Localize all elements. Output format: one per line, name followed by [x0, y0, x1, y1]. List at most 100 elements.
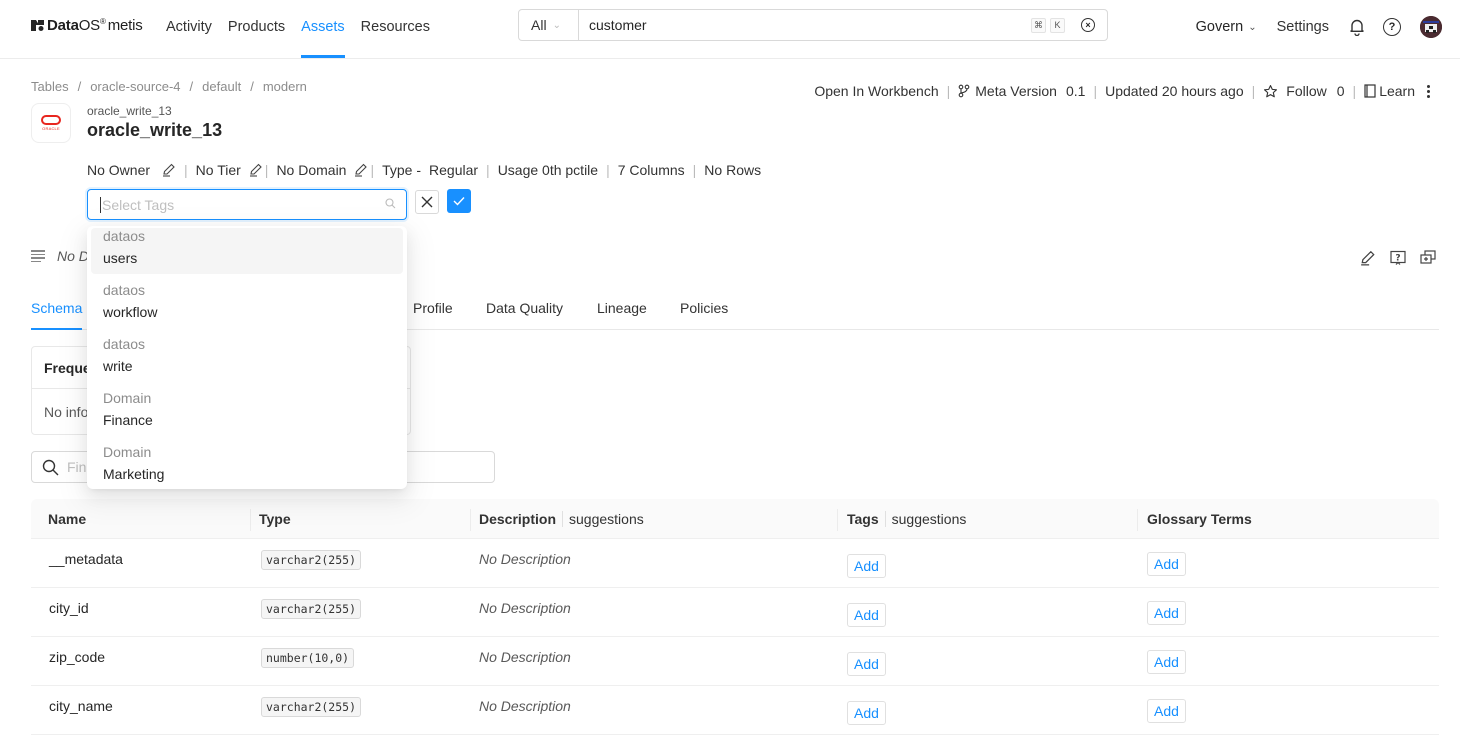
add-glossary-button[interactable]: Add: [1147, 552, 1186, 576]
command-key-hint: ⌘: [1031, 17, 1046, 33]
open-in-workbench-link[interactable]: Open In Workbench: [814, 83, 938, 99]
chevron-down-icon: ⌄: [552, 19, 561, 31]
search-scope-value: All: [531, 17, 547, 33]
govern-menu[interactable]: Govern ⌄: [1196, 19, 1257, 35]
domain-value: No Domain: [276, 162, 347, 178]
nav-assets[interactable]: Assets: [301, 0, 345, 58]
version-branch-icon: [958, 84, 970, 98]
tag-option-group: dataos: [103, 336, 146, 352]
description-suggestions[interactable]: suggestions: [562, 511, 644, 527]
search-input[interactable]: [579, 17, 1031, 33]
table-header: Name Type Description suggestions Tags sug…: [31, 499, 1439, 539]
cancel-tags-button[interactable]: [415, 190, 439, 214]
search-icon: [42, 459, 59, 475]
k-key-hint: K: [1050, 17, 1065, 33]
column-divider: [470, 509, 471, 531]
add-tag-button[interactable]: Add: [847, 701, 886, 725]
search-scope-select[interactable]: All ⌄: [519, 10, 579, 40]
breadcrumb-database[interactable]: default: [202, 79, 241, 94]
page-title: oracle_write_13: [87, 120, 223, 140]
follow-button[interactable]: Follow 0: [1263, 83, 1345, 99]
clear-search-icon[interactable]: ×: [1081, 18, 1095, 32]
add-glossary-button[interactable]: Add: [1147, 699, 1186, 723]
meta-version-label: Meta Version: [975, 83, 1057, 99]
notification-bell-icon[interactable]: [1349, 18, 1365, 37]
add-tag-button[interactable]: Add: [847, 603, 886, 627]
entity-meta-row: No Owner | No Tier | No Domain | Type - …: [87, 162, 761, 178]
tab-profile[interactable]: Profile: [413, 300, 453, 316]
column-description: No Description: [479, 600, 571, 616]
main-nav: Activity Products Assets Resources: [166, 0, 430, 58]
column-header-type: Type: [259, 511, 291, 527]
tag-dropdown: dataos users dataos workflow dataos writ…: [87, 226, 407, 489]
tags-suggestions[interactable]: suggestions: [884, 511, 967, 527]
tab-policies[interactable]: Policies: [680, 300, 728, 316]
conversation-icon[interactable]: [1420, 250, 1436, 266]
table-row: city_id varchar2(255) No Description Add…: [31, 588, 1439, 637]
updated-timestamp: Updated 20 hours ago: [1105, 83, 1244, 99]
divider: |: [370, 162, 375, 178]
columns-count: 7 Columns: [617, 162, 685, 178]
request-description-icon[interactable]: ?: [1390, 250, 1406, 266]
nav-activity[interactable]: Activity: [166, 0, 212, 58]
tag-option-dataos-write[interactable]: dataos write: [91, 336, 403, 382]
table-row: city_name varchar2(255) No Description A…: [31, 686, 1439, 735]
tag-option-domain-marketing[interactable]: Domain Marketing: [91, 444, 403, 489]
edit-domain-icon[interactable]: [354, 163, 368, 177]
govern-label: Govern: [1195, 19, 1244, 35]
entity-display-name: oracle_write_13: [87, 104, 172, 118]
type-value: Regular: [429, 162, 479, 178]
breadcrumb-separator: /: [77, 79, 82, 94]
tab-data-quality[interactable]: Data Quality: [486, 300, 563, 316]
tag-option-label: Finance: [103, 412, 153, 428]
svg-text:?: ?: [1395, 254, 1400, 264]
learn-button[interactable]: Learn: [1364, 83, 1415, 99]
nav-resources[interactable]: Resources: [361, 0, 430, 58]
column-header-name: Name: [48, 511, 87, 527]
edit-owner-icon[interactable]: [162, 163, 176, 177]
edit-description-icon[interactable]: [1360, 250, 1376, 266]
nav-products[interactable]: Products: [228, 0, 285, 58]
owner-value: No Owner: [87, 162, 151, 178]
user-avatar[interactable]: [1420, 16, 1442, 38]
tag-option-dataos-users[interactable]: dataos users: [91, 228, 403, 274]
close-icon: [421, 196, 433, 208]
breadcrumb-source[interactable]: oracle-source-4: [90, 79, 180, 94]
oracle-logo-icon: ORACLE: [31, 103, 71, 143]
column-name: city_name: [49, 698, 113, 714]
tag-option-domain-finance[interactable]: Domain Finance: [91, 390, 403, 436]
tag-option-label: Marketing: [103, 466, 165, 482]
rows-count: No Rows: [704, 162, 762, 178]
table-row: zip_code number(10,0) No Description Add…: [31, 637, 1439, 686]
settings-link[interactable]: Settings: [1277, 19, 1329, 35]
tab-lineage[interactable]: Lineage: [597, 300, 647, 316]
tag-select[interactable]: [87, 189, 407, 220]
edit-tier-icon[interactable]: [249, 163, 263, 177]
add-glossary-button[interactable]: Add: [1147, 601, 1186, 625]
more-options-icon[interactable]: [1427, 84, 1430, 98]
breadcrumb: Tables / oracle-source-4 / default / mod…: [31, 79, 307, 94]
star-icon: [1264, 84, 1278, 97]
divider: |: [1352, 83, 1357, 99]
column-divider: [250, 509, 251, 531]
dataos-logo[interactable]: DataOS® metis: [31, 17, 143, 34]
add-glossary-button[interactable]: Add: [1147, 650, 1186, 674]
breadcrumb-tables[interactable]: Tables: [31, 79, 69, 94]
add-tag-button[interactable]: Add: [847, 652, 886, 676]
tab-schema[interactable]: Schema: [31, 300, 83, 330]
divider: |: [264, 162, 269, 178]
usage-value: Usage 0th pctile: [497, 162, 599, 178]
divider: |: [1093, 83, 1098, 99]
tag-option-dataos-workflow[interactable]: dataos workflow: [91, 282, 403, 328]
help-icon[interactable]: ?: [1383, 18, 1401, 36]
meta-version-button[interactable]: Meta Version 0.1: [958, 83, 1085, 99]
search-icon: [385, 197, 396, 212]
confirm-tags-button[interactable]: [447, 189, 471, 213]
meta-version-value: 0.1: [1065, 83, 1086, 99]
tag-option-group: Domain: [103, 390, 152, 406]
tag-option-group: Domain: [103, 444, 152, 460]
breadcrumb-schema[interactable]: modern: [263, 79, 307, 94]
column-type: varchar2(255): [261, 599, 362, 619]
add-tag-button[interactable]: Add: [847, 554, 886, 578]
tag-select-input[interactable]: [102, 196, 385, 213]
